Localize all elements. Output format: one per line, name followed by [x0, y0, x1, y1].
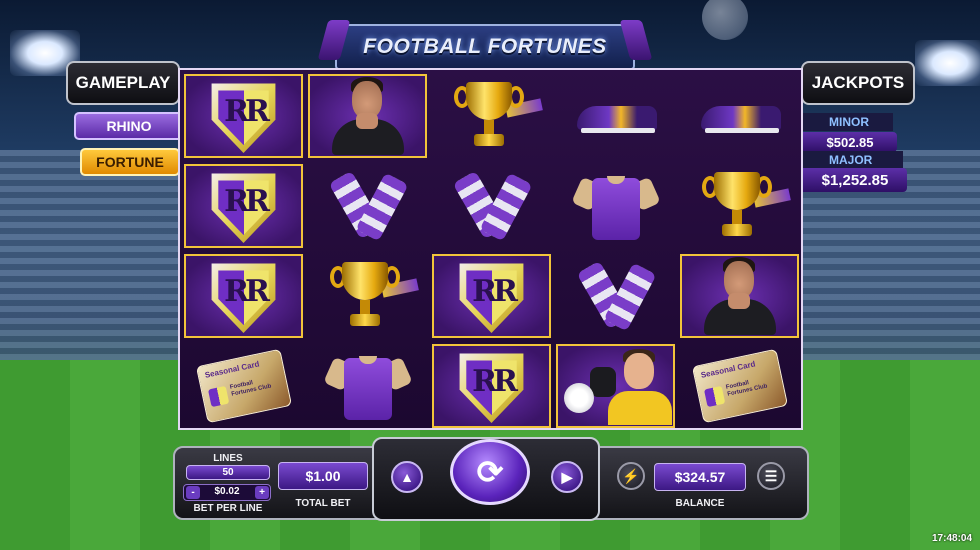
season-card-title: Seasonal Card — [699, 359, 756, 380]
jackpot-major-value: $1,252.85 — [803, 168, 907, 192]
trophy-icon — [692, 166, 791, 246]
stand-left — [0, 150, 185, 360]
reel-symbol-boot — [556, 74, 675, 158]
season-card-icon: Seasonal Card Football Fortunes Club — [691, 348, 788, 424]
shield-text: RR — [224, 94, 270, 129]
shield-text: RR — [472, 364, 518, 399]
clock: 17:48:04 — [932, 533, 973, 544]
season-card-icon: Seasonal Card Football Fortunes Club — [195, 348, 292, 424]
jackpot-minor-label: MINOR — [803, 113, 893, 131]
bet-settings-button[interactable]: ▲ — [391, 461, 423, 493]
reel-symbol-trophy — [432, 74, 551, 158]
football-boot-icon — [695, 96, 785, 136]
balance-value: $324.57 — [654, 463, 746, 491]
game-title: FOOTBALL FORTUNES — [363, 35, 607, 58]
reel-symbol-jersey — [556, 164, 675, 248]
season-card-title: Seasonal Card — [203, 359, 260, 380]
season-card-subtitle: Football Fortunes Club — [724, 380, 768, 398]
lines-value: 50 — [186, 465, 270, 480]
scarf-icon — [449, 170, 535, 242]
reel-symbol-shield: RR — [184, 164, 303, 248]
club-crest-icon — [703, 385, 725, 408]
lightning-icon: ⚡ — [622, 467, 640, 484]
menu-button[interactable]: ☰ — [757, 462, 785, 490]
shield-text: RR — [224, 184, 270, 219]
hamburger-menu-icon: ☰ — [764, 467, 778, 484]
floodlight-right — [915, 40, 980, 86]
bet-increase-button[interactable]: + — [255, 486, 269, 499]
scarf-icon — [573, 260, 659, 332]
play-icon: ▶ — [561, 468, 573, 485]
goalkeeper-icon — [560, 347, 672, 425]
moon — [702, 0, 748, 40]
reel-symbol-season-card: Seasonal Card Football Fortunes Club — [184, 344, 303, 428]
jackpot-major-label: MAJOR — [803, 151, 903, 169]
game-title-banner: FOOTBALL FORTUNES — [335, 24, 635, 70]
reel-symbol-goalkeeper — [556, 344, 675, 428]
lines-label: LINES — [213, 453, 243, 464]
reel-symbol-season-card: Seasonal Card Football Fortunes Club — [680, 344, 799, 428]
jersey-icon — [570, 170, 661, 242]
reel-symbol-shield: RR — [184, 254, 303, 338]
trophy-icon — [320, 256, 419, 336]
reel-symbol-trophy — [308, 254, 427, 338]
spin-arrows-icon: ⟳ — [476, 454, 504, 490]
balance-label: BALANCE — [675, 498, 725, 509]
reel-symbol-jersey — [308, 344, 427, 428]
referee-icon — [318, 77, 418, 155]
club-crest-icon — [207, 385, 229, 408]
reel-symbol-referee — [308, 74, 427, 158]
total-bet-value[interactable]: $1.00 — [278, 462, 368, 490]
reel-symbol-referee — [680, 254, 799, 338]
shield-text: RR — [224, 274, 270, 309]
shield-text: RR — [472, 274, 518, 309]
spin-button[interactable]: ⟳ — [450, 439, 530, 505]
reel-symbol-scarf — [556, 254, 675, 338]
bet-per-line-value: $0.02 — [214, 486, 240, 497]
reel-grid: RR RR RR RR Seasonal Card Football Fortu… — [178, 68, 803, 430]
scarf-icon — [325, 170, 411, 242]
reel-symbol-shield: RR — [184, 74, 303, 158]
jackpots-header: JACKPOTS — [801, 61, 915, 105]
jackpot-minor-value: $502.85 — [803, 132, 897, 152]
bet-decrease-button[interactable]: - — [186, 486, 200, 499]
reel-symbol-shield: RR — [432, 254, 551, 338]
jersey-icon — [322, 350, 413, 422]
turbo-button[interactable]: ⚡ — [617, 462, 645, 490]
reel-symbol-scarf — [432, 164, 551, 248]
reel-symbol-trophy — [680, 164, 799, 248]
reel-symbol-scarf — [308, 164, 427, 248]
season-card-subtitle: Football Fortunes Club — [228, 380, 272, 398]
gameplay-header: GAMEPLAY — [66, 61, 180, 105]
reel-symbol-shield: RR — [432, 344, 551, 428]
mode-rhino-button[interactable]: RHINO — [74, 112, 184, 140]
trophy-icon — [444, 76, 543, 156]
coin-stack-icon: ▲ — [400, 469, 414, 485]
reel-symbol-boot — [680, 74, 799, 158]
autoplay-button[interactable]: ▶ — [551, 461, 583, 493]
football-boot-icon — [571, 96, 661, 136]
mode-fortune-button[interactable]: FORTUNE — [80, 148, 180, 176]
bet-per-line-label: BET PER LINE — [193, 503, 263, 514]
total-bet-label: TOTAL BET — [295, 498, 351, 509]
referee-icon — [690, 257, 790, 335]
